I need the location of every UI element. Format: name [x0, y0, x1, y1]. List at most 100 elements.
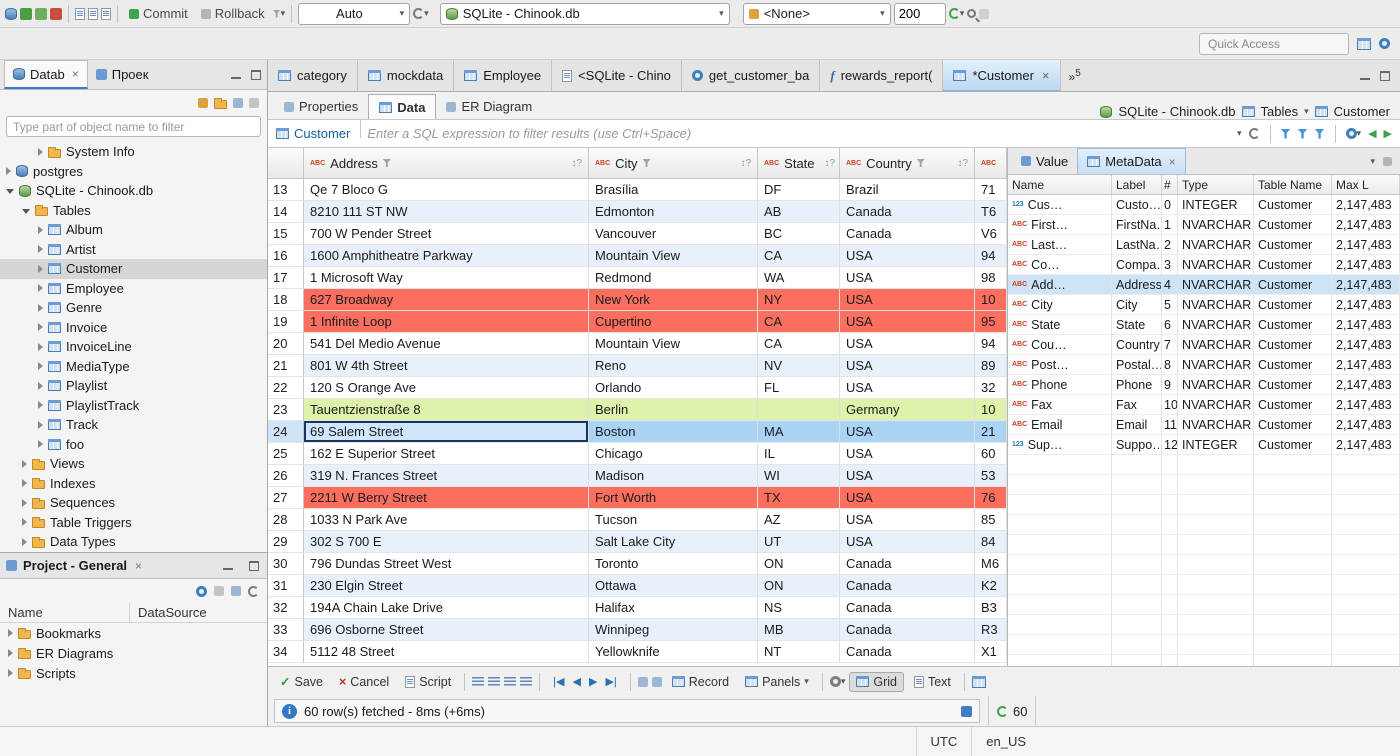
tree-item-track[interactable]: Track: [0, 415, 267, 435]
meta-name-cell[interactable]: 123 Cus…: [1008, 195, 1112, 215]
meta-label-cell[interactable]: Phone: [1112, 375, 1162, 395]
row-number[interactable]: 19: [268, 311, 304, 333]
expand-arrow-icon[interactable]: [38, 323, 43, 332]
grid-cell[interactable]: BC: [758, 223, 840, 245]
meta-label-cell[interactable]: Email: [1112, 415, 1162, 435]
fetch-next-page-icon[interactable]: [637, 676, 648, 687]
apply-filter-icon[interactable]: [1248, 128, 1260, 139]
meta-name-cell[interactable]: ABC Co…: [1008, 255, 1112, 275]
tree-item-invoiceline[interactable]: InvoiceLine: [0, 337, 267, 357]
grid-cell[interactable]: AB: [758, 201, 840, 223]
editor-tab-get-customer-ba[interactable]: get_customer_ba: [682, 60, 821, 91]
meta-table-cell[interactable]: Customer: [1254, 395, 1332, 415]
grid-cell[interactable]: 5112 48 Street: [304, 641, 589, 663]
expand-arrow-icon[interactable]: [22, 479, 27, 488]
tree-item-data-types[interactable]: Data Types: [0, 532, 267, 552]
grid-cell[interactable]: 162 E Superior Street: [304, 443, 589, 465]
record-button[interactable]: Record: [666, 673, 735, 691]
expand-arrow-icon[interactable]: [38, 440, 43, 449]
metadata-row[interactable]: ABC Add… Address 4 NVARCHAR Customer 2,147,483: [1008, 275, 1400, 295]
grid-cell[interactable]: USA: [840, 487, 975, 509]
grid-cell[interactable]: 84: [975, 531, 1007, 553]
maximize-icon[interactable]: [1378, 70, 1392, 82]
metadata-row[interactable]: ABC Fax Fax 10 NVARCHAR Customer 2,147,483: [1008, 395, 1400, 415]
meta-type-cell[interactable]: NVARCHAR: [1178, 235, 1254, 255]
editor-tab-sqlite-chino[interactable]: <SQLite - Chino: [552, 60, 682, 91]
grid-cell[interactable]: USA: [840, 421, 975, 443]
expand-arrow-icon[interactable]: [38, 401, 43, 410]
meta-name-cell[interactable]: ABC Cou…: [1008, 335, 1112, 355]
row-number[interactable]: 21: [268, 355, 304, 377]
grid-cell[interactable]: Tauentzienstraße 8: [304, 399, 589, 421]
result-settings-icon[interactable]: ▾: [829, 676, 845, 687]
grid-cell[interactable]: Orlando: [589, 377, 758, 399]
meta-column-header-table-name[interactable]: Table Name: [1254, 175, 1332, 194]
grid-cell[interactable]: 76: [975, 487, 1007, 509]
grid-cell[interactable]: USA: [840, 377, 975, 399]
meta-ordinal-cell[interactable]: 3: [1162, 255, 1178, 275]
minimize-icon[interactable]: [221, 560, 235, 572]
editor-tab-category[interactable]: category: [268, 60, 358, 91]
tab-projects[interactable]: Проек: [88, 60, 157, 89]
metadata-row[interactable]: ABCLast…LastNa…2NVARCHARCustomer2,147,48…: [1008, 235, 1400, 255]
expand-arrow-icon[interactable]: [38, 264, 43, 273]
grid-cell[interactable]: 319 N. Frances Street: [304, 465, 589, 487]
tx-mode-combo[interactable]: Auto ▾: [298, 2, 411, 25]
grid-cell[interactable]: WI: [758, 465, 840, 487]
meta-type-cell[interactable]: INTEGER: [1178, 435, 1254, 455]
expand-arrow-icon[interactable]: [38, 362, 43, 371]
datasource-combo[interactable]: SQLite - Chinook.db ▾: [439, 2, 730, 25]
grid-cell[interactable]: Halifax: [589, 597, 758, 619]
meta-name-cell[interactable]: ABC Add…: [1008, 275, 1112, 295]
meta-table-cell[interactable]: Customer: [1254, 415, 1332, 435]
meta-maxlength-cell[interactable]: 2,147,483: [1332, 415, 1400, 435]
grid-cell[interactable]: Mountain View: [589, 245, 758, 267]
grid-cell[interactable]: Tucson: [589, 509, 758, 531]
grid-cell[interactable]: USA: [840, 333, 975, 355]
grid-cell[interactable]: M6: [975, 553, 1007, 575]
expand-icon[interactable]: [231, 586, 241, 596]
grid-cell[interactable]: 627 Broadway: [304, 289, 589, 311]
grid-cell[interactable]: [758, 399, 840, 421]
grid-cell[interactable]: 95: [975, 311, 1007, 333]
grid-cell[interactable]: 230 Elgin Street: [304, 575, 589, 597]
grid-cell[interactable]: 2211 W Berry Street: [304, 487, 589, 509]
grid-cell[interactable]: 302 S 700 E: [304, 531, 589, 553]
meta-table-cell[interactable]: Customer: [1254, 195, 1332, 215]
autofit-columns-icon[interactable]: [472, 677, 485, 686]
grid-cell[interactable]: USA: [840, 443, 975, 465]
expand-arrow-icon[interactable]: [8, 629, 13, 637]
detach-panel-icon[interactable]: [1383, 156, 1392, 166]
expand-arrow-icon[interactable]: [38, 342, 43, 351]
grid-cell[interactable]: 700 W Pender Street: [304, 223, 589, 245]
next-row-icon[interactable]: ▶: [589, 675, 597, 688]
grid-cell[interactable]: 89: [975, 355, 1007, 377]
meta-table-cell[interactable]: Customer: [1254, 275, 1332, 295]
grid-cell[interactable]: 53: [975, 465, 1007, 487]
expand-arrow-icon[interactable]: [38, 225, 43, 234]
grid-cell[interactable]: CA: [758, 333, 840, 355]
copy-status-icon[interactable]: [961, 705, 972, 717]
grid-cell[interactable]: 194A Chain Lake Drive: [304, 597, 589, 619]
grid-cell[interactable]: Salt Lake City: [589, 531, 758, 553]
grid-cell[interactable]: USA: [840, 245, 975, 267]
grid-cell[interactable]: K2: [975, 575, 1007, 597]
reconnect-icon[interactable]: [35, 7, 47, 20]
grid-cell[interactable]: USA: [840, 531, 975, 553]
meta-type-cell[interactable]: NVARCHAR: [1178, 395, 1254, 415]
grid-cell[interactable]: 94: [975, 245, 1007, 267]
grid-cell[interactable]: 60: [975, 443, 1007, 465]
grid-cell[interactable]: Fort Worth: [589, 487, 758, 509]
meta-column-header-type[interactable]: Type: [1178, 175, 1254, 194]
sql-editor-icon[interactable]: [75, 7, 85, 20]
meta-maxlength-cell[interactable]: 2,147,483: [1332, 195, 1400, 215]
tree-item-customer[interactable]: Customer: [0, 259, 267, 279]
auto-refresh-control[interactable]: 60: [988, 696, 1037, 726]
view-menu-icon[interactable]: [214, 586, 224, 596]
project-item-er-diagrams[interactable]: ER Diagrams: [0, 643, 267, 663]
quick-access-button[interactable]: Quick Access: [1199, 32, 1349, 55]
schema-combo[interactable]: <None> ▾: [742, 2, 891, 25]
column-header-address[interactable]: ABC Address ↕?: [304, 148, 589, 178]
grid-cell[interactable]: Canada: [840, 641, 975, 663]
grid-cell[interactable]: Qe 7 Bloco G: [304, 179, 589, 201]
